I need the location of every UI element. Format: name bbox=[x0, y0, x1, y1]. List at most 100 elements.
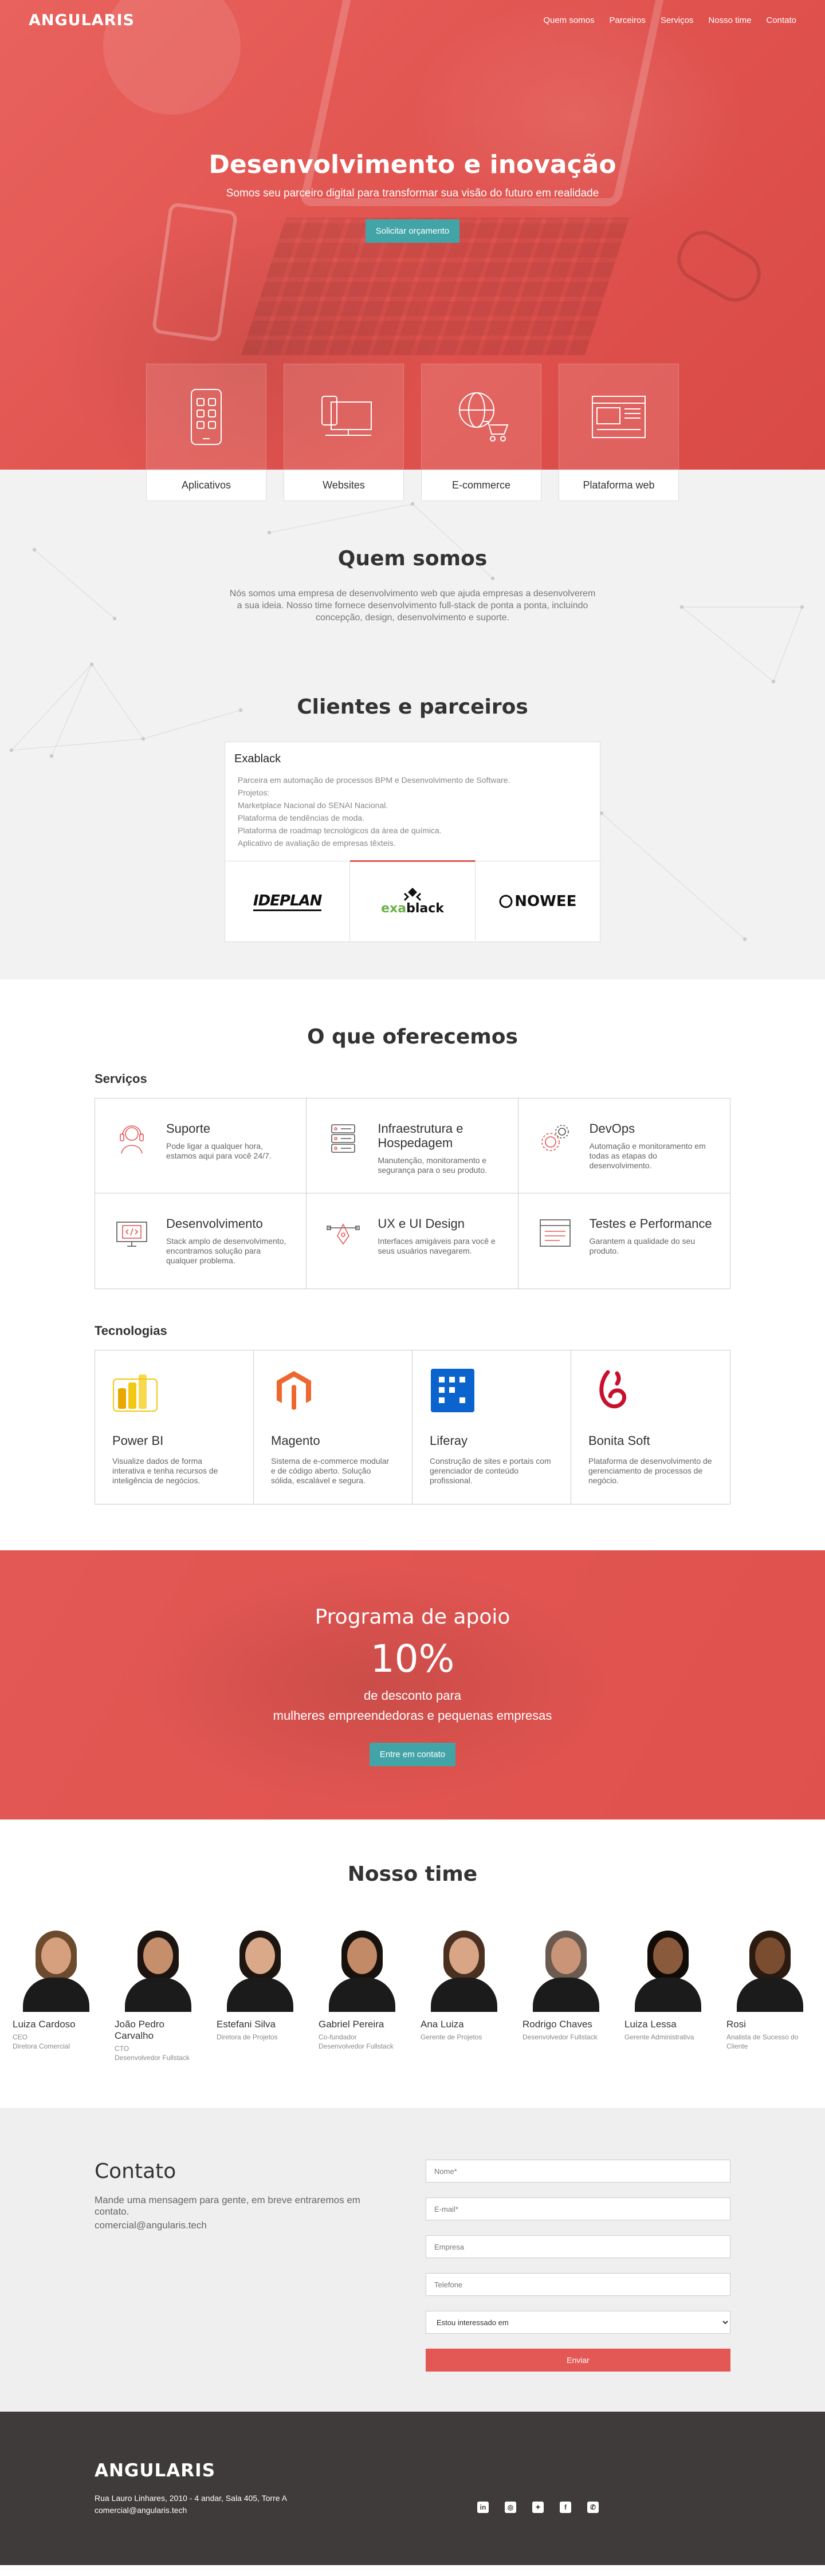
exablack-mark-icon bbox=[403, 888, 422, 901]
footer-address: Rua Lauro Linhares, 2010 - 4 andar, Sala… bbox=[95, 2494, 287, 2503]
whatsapp-icon[interactable]: ✆ bbox=[587, 2502, 599, 2513]
service-name: UX e UI Design bbox=[378, 1216, 465, 1231]
company-field[interactable] bbox=[426, 2235, 730, 2258]
service-desc: Stack amplo de desenvolvimento, encontra… bbox=[166, 1236, 286, 1265]
member-name: Estefani Silva bbox=[217, 2019, 276, 2030]
list-item: Plataforma de tendências de moda. bbox=[238, 813, 365, 822]
member-photo bbox=[115, 1920, 201, 2012]
contact-us-button[interactable]: Entre em contato bbox=[369, 1743, 456, 1766]
phone-field[interactable] bbox=[426, 2273, 730, 2296]
service-desc: Manutenção, monitoramento e segurança pa… bbox=[378, 1156, 488, 1175]
mobile-app-icon bbox=[191, 388, 222, 445]
client-logo-tabs: IDEPLAN exablack NOWEE bbox=[225, 860, 600, 942]
client-panel: Exablack Parceira em automação de proces… bbox=[225, 742, 600, 942]
about-text: Nós somos uma empresa de desenvolvimento… bbox=[229, 589, 596, 623]
member-role: Co-fundador bbox=[319, 2033, 357, 2041]
hero-subtitle: Somos seu parceiro digital para transfor… bbox=[226, 187, 599, 199]
member-role: Desenvolvedor Fullstack bbox=[319, 2042, 394, 2050]
team-member: Rosi Analista de Sucesso do Cliente bbox=[726, 1920, 812, 2062]
tech-name: Bonita Soft bbox=[588, 1433, 650, 1448]
client-logo-nowee[interactable]: NOWEE bbox=[476, 861, 600, 942]
service-name: DevOps bbox=[589, 1121, 635, 1136]
footer-logo[interactable]: ANGULARIS bbox=[95, 2460, 287, 2481]
member-role: Diretora Comercial bbox=[13, 2042, 70, 2050]
bonita-soft-logo-icon bbox=[599, 1370, 627, 1409]
nav-link-servicos[interactable]: Serviços bbox=[661, 15, 694, 25]
facebook-icon[interactable]: f bbox=[560, 2502, 571, 2513]
list-item: Aplicativo de avaliação de empresas têxt… bbox=[238, 838, 396, 848]
member-name: Ana Luiza bbox=[421, 2019, 464, 2030]
footer-email[interactable]: comercial@angularis.tech bbox=[95, 2506, 187, 2515]
tech-name: Liferay bbox=[430, 1433, 468, 1448]
services-grid: Suporte Pode ligar a qualquer hora, estam… bbox=[95, 1098, 730, 1289]
member-role: CEO bbox=[13, 2033, 28, 2041]
member-role: Desenvolvedor Fullstack bbox=[115, 2054, 190, 2062]
nav-link-nosso-time[interactable]: Nosso time bbox=[708, 15, 751, 25]
card-plataforma-web[interactable]: Plataforma web bbox=[559, 364, 679, 501]
linkedin-icon[interactable]: in bbox=[477, 2502, 489, 2513]
member-role: Gerente Administrativa bbox=[624, 2033, 694, 2041]
card-ecommerce[interactable]: E-commerce bbox=[421, 364, 541, 501]
contact-form: Estou interessado em Enviar bbox=[426, 2160, 730, 2372]
client-name: Exablack bbox=[234, 753, 281, 765]
service-desc: Automação e monitoramento em todas as et… bbox=[589, 1141, 706, 1170]
power-bi-logo-icon bbox=[113, 1374, 158, 1412]
tech-desc: Plataforma de desenvolvimento de gerenci… bbox=[588, 1456, 712, 1485]
list-item: Parceira em automação de processos BPM e… bbox=[238, 775, 510, 785]
offer-title: O que oferecemos bbox=[307, 1025, 518, 1049]
headset-icon bbox=[120, 1125, 144, 1154]
nowee-circle-icon bbox=[499, 895, 513, 908]
request-quote-button[interactable]: Solicitar orçamento bbox=[365, 219, 460, 243]
member-name: João Pedro Carvalho bbox=[115, 2019, 164, 2041]
logo[interactable]: ANGULARIS bbox=[29, 11, 135, 29]
submit-button[interactable]: Enviar bbox=[426, 2349, 730, 2372]
member-photo bbox=[522, 1920, 608, 2012]
team-member: Gabriel Pereira Co-fundador Desenvolvedo… bbox=[319, 1920, 404, 2062]
shopping-cart-globe-icon bbox=[459, 392, 509, 442]
name-field[interactable] bbox=[426, 2160, 730, 2183]
member-name: Luiza Cardoso bbox=[13, 2019, 76, 2030]
card-websites[interactable]: Websites bbox=[284, 364, 404, 501]
team-member: Estefani Silva Diretora de Projetos bbox=[217, 1920, 302, 2062]
instagram-icon[interactable]: ◎ bbox=[505, 2502, 516, 2513]
contact-email[interactable]: comercial@angularis.tech bbox=[95, 2220, 392, 2231]
clients-title: Clientes e parceiros bbox=[297, 695, 528, 719]
client-description: Parceira em automação de processos BPM e… bbox=[234, 774, 591, 849]
team-member: João Pedro Carvalho CTO Desenvolvedor Fu… bbox=[115, 1920, 201, 2062]
list-item: Projetos: bbox=[238, 788, 270, 797]
service-name: Desenvolvimento bbox=[166, 1216, 263, 1231]
client-logo-ideplan[interactable]: IDEPLAN bbox=[225, 861, 351, 942]
service-desc: Pode ligar a qualquer hora, estamos aqui… bbox=[166, 1141, 272, 1160]
card-label: E-commerce bbox=[421, 470, 541, 501]
tech-subtitle: Tecnologias bbox=[95, 1324, 167, 1338]
service-name: Suporte bbox=[166, 1121, 211, 1136]
email-field[interactable] bbox=[426, 2197, 730, 2220]
nav-link-contato[interactable]: Contato bbox=[766, 15, 796, 25]
promo-line-1: de desconto para bbox=[363, 1688, 462, 1703]
card-aplicativos[interactable]: Aplicativos bbox=[146, 364, 266, 501]
promo-title: Programa de apoio bbox=[315, 1605, 510, 1629]
hero-section: ANGULARIS Quem somos Parceiros Serviços … bbox=[0, 0, 825, 501]
checklist-icon bbox=[539, 1219, 571, 1247]
card-label: Websites bbox=[284, 470, 404, 501]
hero-title: Desenvolvimento e inovação bbox=[209, 150, 616, 179]
nowee-logo: NOWEE bbox=[498, 893, 576, 910]
member-photo bbox=[13, 1920, 99, 2012]
contact-title: Contato bbox=[95, 2160, 176, 2183]
member-name: Rosi bbox=[726, 2019, 747, 2030]
nav-link-quem-somos[interactable]: Quem somos bbox=[543, 15, 594, 25]
nav-link-parceiros[interactable]: Parceiros bbox=[610, 15, 646, 25]
team-member: Rodrigo Chaves Desenvolvedor Fullstack bbox=[522, 1920, 608, 2062]
tech-desc: Construção de sites e portais com gerenc… bbox=[430, 1456, 551, 1485]
card-label: Aplicativos bbox=[146, 470, 266, 501]
interest-select[interactable]: Estou interessado em bbox=[426, 2311, 730, 2334]
client-logo-exablack[interactable]: exablack bbox=[350, 860, 476, 940]
liferay-logo-icon bbox=[431, 1369, 474, 1412]
code-monitor-icon bbox=[116, 1222, 147, 1247]
member-name: Rodrigo Chaves bbox=[522, 2019, 592, 2030]
social-links: in ◎ ✦ f ✆ bbox=[477, 2502, 599, 2513]
twitter-icon[interactable]: ✦ bbox=[532, 2502, 544, 2513]
desktop-icon bbox=[321, 395, 372, 436]
card-label: Plataforma web bbox=[559, 470, 679, 501]
member-role: Diretora de Projetos bbox=[217, 2033, 278, 2041]
